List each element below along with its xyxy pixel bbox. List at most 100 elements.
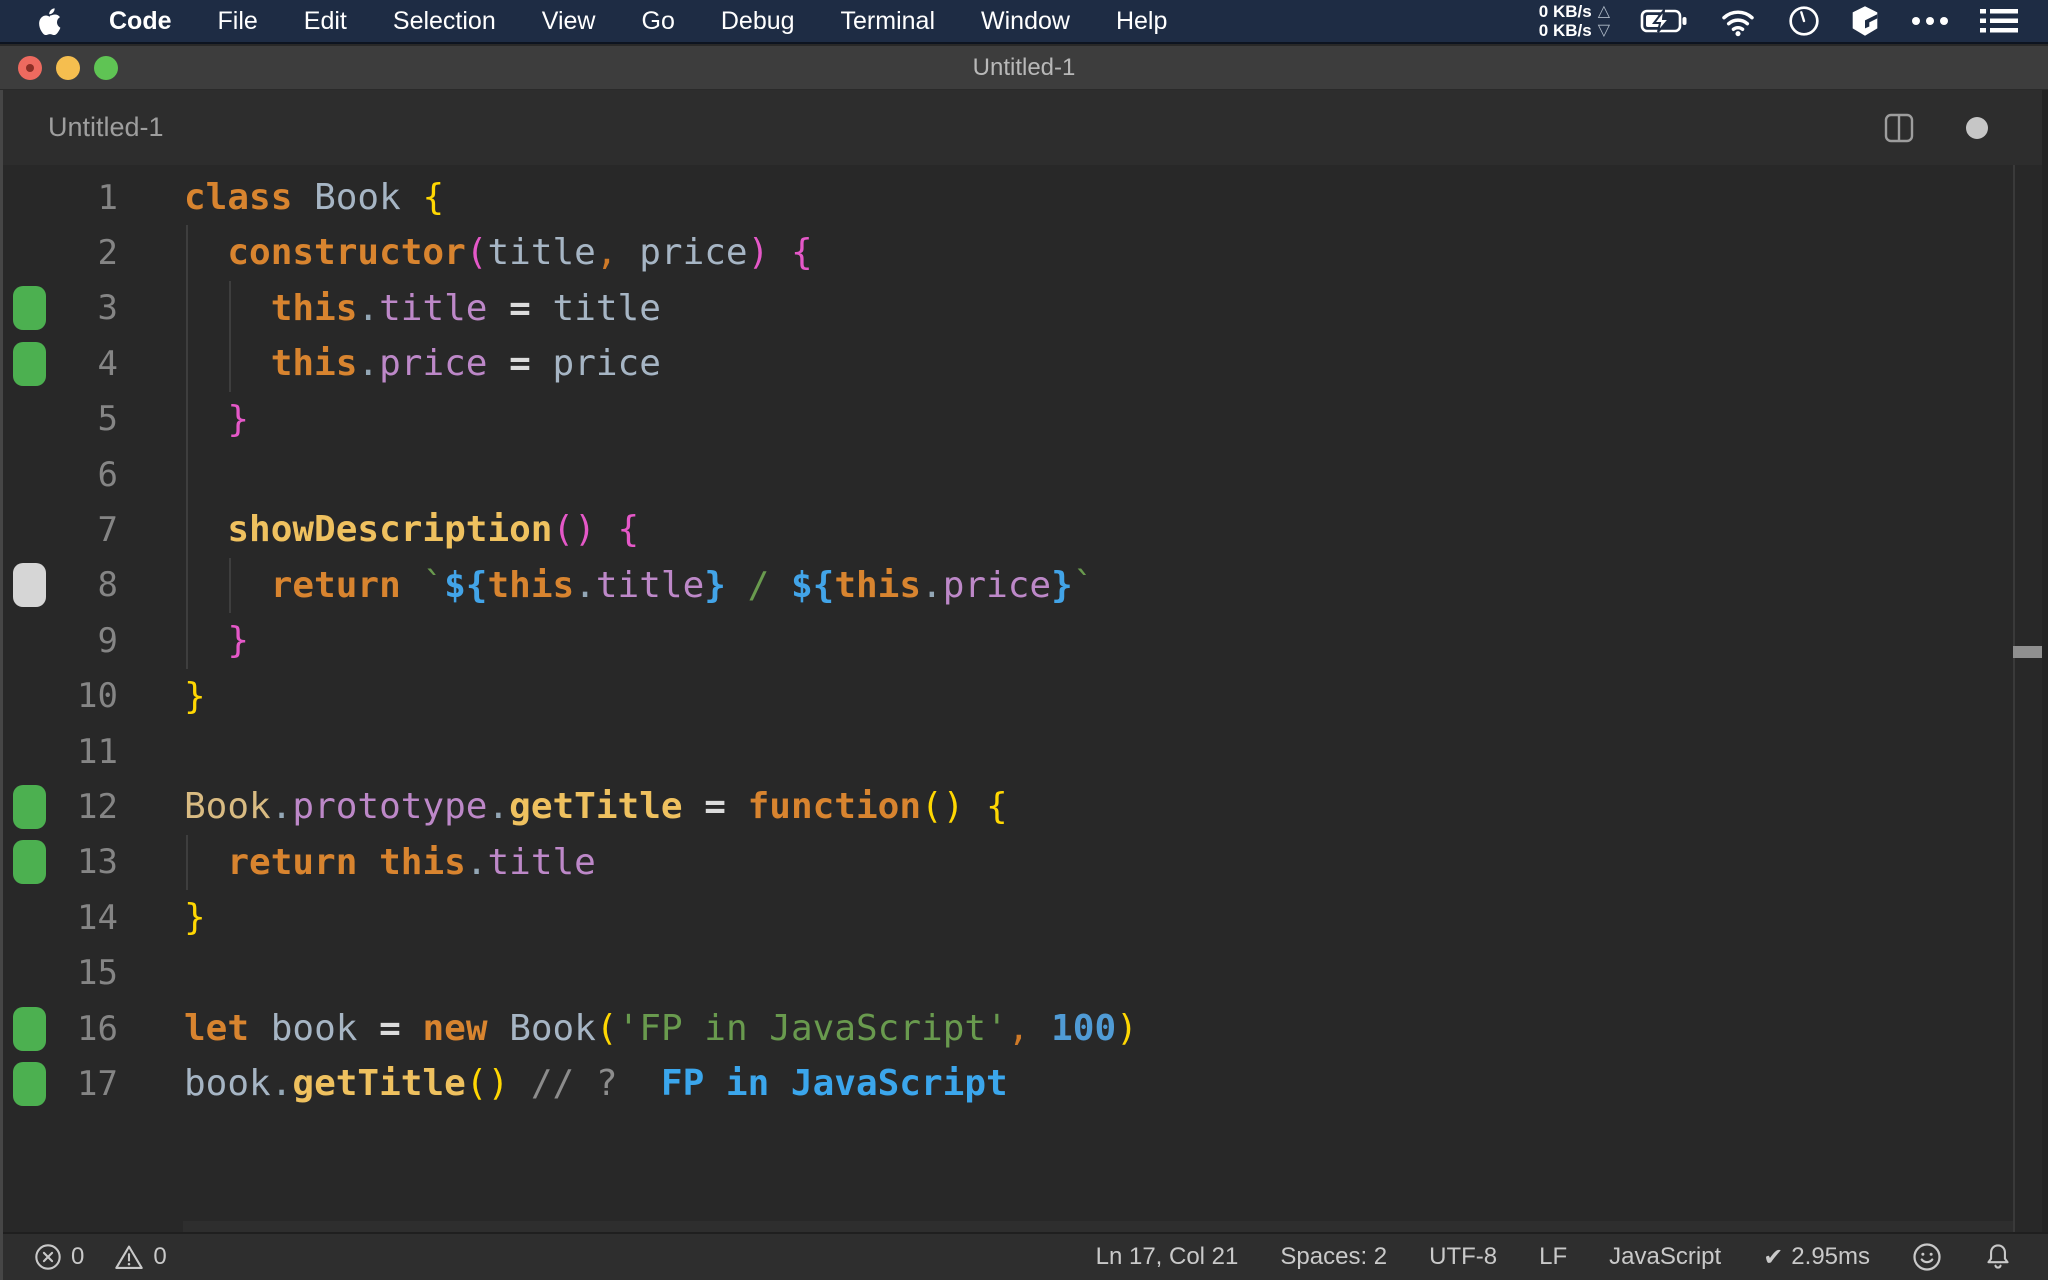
- network-speed-indicator[interactable]: 0 KB/s △ 0 KB/s ▽: [1539, 2, 1610, 40]
- feedback-smiley-icon[interactable]: [1912, 1242, 1942, 1272]
- more-dots-icon[interactable]: [1910, 15, 1950, 27]
- line-number[interactable]: 14: [52, 898, 118, 938]
- menu-item-view[interactable]: View: [519, 7, 619, 36]
- notifications-bell-icon[interactable]: [1984, 1242, 2012, 1272]
- app-cube-icon[interactable]: [1850, 5, 1880, 37]
- indentation-setting[interactable]: Spaces: 2: [1280, 1243, 1387, 1271]
- battery-charging-icon[interactable]: [1640, 7, 1688, 35]
- warnings-count[interactable]: 0: [153, 1243, 166, 1271]
- line-number[interactable]: 15: [52, 953, 118, 993]
- code-line[interactable]: 12 Book.prototype.getTitle = function() {: [0, 779, 2048, 834]
- line-number[interactable]: 6: [52, 455, 118, 495]
- unsaved-changes-dot[interactable]: [1966, 116, 1988, 139]
- code-text: }: [184, 669, 206, 724]
- code-line[interactable]: 17 book.getTitle() // ? FP in JavaScript: [0, 1056, 2048, 1111]
- git-added-indicator[interactable]: [13, 341, 46, 386]
- code-token: constructor: [227, 232, 466, 274]
- cursor-position[interactable]: Ln 17, Col 21: [1096, 1243, 1239, 1271]
- split-editor-icon[interactable]: [1884, 113, 1914, 143]
- git-added-indicator[interactable]: [13, 286, 46, 331]
- code-line[interactable]: 13 return this.title: [0, 835, 2048, 890]
- download-arrow-icon: ▽: [1597, 22, 1610, 39]
- wifi-icon[interactable]: [1718, 5, 1758, 37]
- menu-item-selection[interactable]: Selection: [370, 7, 519, 36]
- perf-indicator[interactable]: ✔ 2.95ms: [1763, 1243, 1870, 1272]
- code-line[interactable]: 15: [0, 945, 2048, 1000]
- line-number[interactable]: 5: [52, 399, 118, 439]
- code-line[interactable]: 7 showDescription() {: [0, 502, 2048, 557]
- code-token: title: [487, 841, 596, 883]
- code-token: /: [725, 564, 791, 606]
- language-mode[interactable]: JavaScript: [1609, 1243, 1721, 1271]
- encoding[interactable]: UTF-8: [1429, 1243, 1497, 1271]
- line-number[interactable]: 17: [52, 1064, 118, 1104]
- menu-item-debug[interactable]: Debug: [698, 7, 818, 36]
- line-number[interactable]: 10: [52, 676, 118, 716]
- code-line[interactable]: 5 }: [0, 392, 2048, 447]
- code-line[interactable]: 16 let book = new Book('FP in JavaScript'…: [0, 1001, 2048, 1056]
- menu-item-help[interactable]: Help: [1093, 7, 1190, 36]
- line-number[interactable]: 11: [52, 732, 118, 772]
- code-line[interactable]: 6: [0, 447, 2048, 502]
- line-number[interactable]: 7: [52, 510, 118, 550]
- code-line[interactable]: 10}: [0, 669, 2048, 724]
- tab-untitled-1[interactable]: Untitled-1: [48, 112, 164, 143]
- line-number[interactable]: 9: [52, 621, 118, 661]
- warnings-icon[interactable]: [114, 1243, 144, 1271]
- code-token: book: [184, 1063, 271, 1105]
- line-number[interactable]: 3: [52, 288, 118, 328]
- code-line[interactable]: 3 this.title = title: [0, 281, 2048, 336]
- git-added-indicator[interactable]: [13, 840, 46, 885]
- line-number[interactable]: 16: [52, 1009, 118, 1049]
- code-line[interactable]: 11: [0, 724, 2048, 779]
- code-token: `: [422, 564, 445, 606]
- eol-sequence[interactable]: LF: [1539, 1243, 1567, 1271]
- clock-icon[interactable]: [1788, 5, 1820, 37]
- errors-icon[interactable]: [34, 1243, 62, 1271]
- menu-item-go[interactable]: Go: [619, 7, 698, 36]
- code-line[interactable]: 4 this.price = price: [0, 336, 2048, 391]
- code-line[interactable]: 1 class Book {: [0, 170, 2048, 225]
- code-token: price: [639, 232, 748, 274]
- line-number[interactable]: 4: [52, 344, 118, 384]
- code-line[interactable]: 8 return `${this.title} / ${this.price}`: [0, 558, 2048, 613]
- menu-item-window[interactable]: Window: [958, 7, 1093, 36]
- git-added-indicator[interactable]: [13, 1006, 46, 1051]
- menu-bar: Code File Edit Selection View Go Debug T…: [0, 0, 2048, 44]
- menu-item-edit[interactable]: Edit: [281, 7, 370, 36]
- code-token: book: [270, 1007, 358, 1049]
- code-token: ${: [790, 564, 835, 606]
- code-token: getTitle: [292, 1063, 466, 1105]
- code-line[interactable]: 14}: [0, 890, 2048, 945]
- errors-count[interactable]: 0: [71, 1243, 84, 1271]
- menu-item-terminal[interactable]: Terminal: [818, 7, 958, 36]
- line-number[interactable]: 8: [52, 565, 118, 605]
- line-number[interactable]: 1: [52, 178, 118, 218]
- apple-menu-icon[interactable]: [38, 7, 62, 35]
- line-number[interactable]: 12: [52, 787, 118, 827]
- git-added-indicator[interactable]: [13, 1061, 46, 1106]
- menu-item-file[interactable]: File: [195, 7, 281, 36]
- line-number[interactable]: 13: [52, 842, 118, 882]
- code-text: class Book {: [184, 170, 444, 225]
- code-token: this: [834, 564, 922, 606]
- code-line[interactable]: 9 }: [0, 613, 2048, 668]
- list-menu-icon[interactable]: [1980, 7, 2018, 35]
- code-line[interactable]: 2 constructor(title, price) {: [0, 225, 2048, 280]
- menu-item-code[interactable]: Code: [86, 7, 195, 36]
- code-token: class: [184, 177, 293, 218]
- code-token: this: [270, 287, 358, 329]
- line-number[interactable]: 2: [52, 233, 118, 273]
- git-added-indicator[interactable]: [13, 784, 46, 829]
- code-token: getTitle: [509, 786, 683, 828]
- git-modified-indicator[interactable]: [13, 563, 46, 608]
- scrollbar-track[interactable]: [2013, 165, 2015, 1232]
